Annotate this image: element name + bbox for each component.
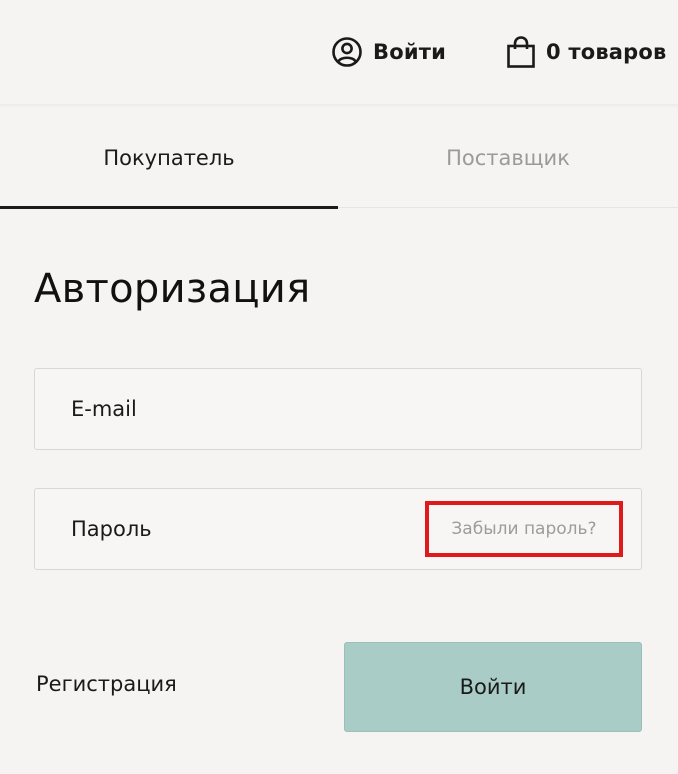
- shopping-bag-icon: [506, 35, 546, 69]
- tabs-divider: [338, 207, 678, 208]
- tab-buyer-label: Покупатель: [103, 146, 235, 170]
- password-input[interactable]: [71, 489, 431, 569]
- forgot-password-highlight: Забыли пароль?: [425, 501, 623, 557]
- email-field-box: [34, 368, 642, 450]
- header-cart-label: 0 товаров: [546, 40, 667, 64]
- header-login-link[interactable]: Войти: [331, 32, 446, 72]
- register-link[interactable]: Регистрация: [36, 672, 177, 696]
- login-submit-button[interactable]: Войти: [344, 642, 642, 732]
- login-page: Войти 0 товаров Покупатель Поставщик Авт…: [0, 0, 678, 774]
- forgot-password-link[interactable]: Забыли пароль?: [451, 519, 596, 539]
- tab-supplier[interactable]: Поставщик: [338, 108, 678, 208]
- tab-buyer[interactable]: Покупатель: [0, 108, 338, 208]
- site-header: Войти 0 товаров: [0, 0, 678, 104]
- page-title: Авторизация: [34, 266, 311, 312]
- header-login-label: Войти: [373, 40, 447, 64]
- active-tab-indicator: [0, 206, 338, 209]
- header-cart-link[interactable]: 0 товаров: [506, 32, 667, 72]
- tab-supplier-label: Поставщик: [446, 146, 570, 170]
- email-input[interactable]: [71, 369, 431, 449]
- user-circle-icon: [331, 36, 373, 68]
